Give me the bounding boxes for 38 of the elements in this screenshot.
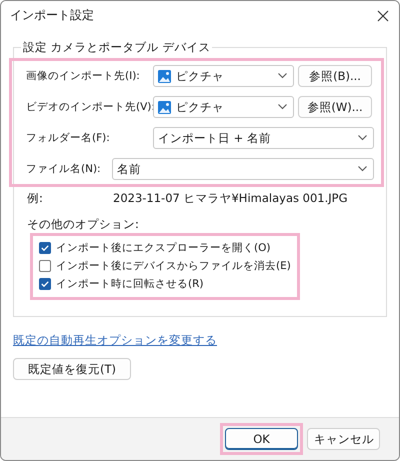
- check-icon: [41, 281, 49, 287]
- check-icon: [41, 245, 49, 251]
- browse-button[interactable]: 参照(W)...: [298, 96, 372, 118]
- checkbox-label: インポート時に回転させる(R): [56, 277, 204, 291]
- checkbox[interactable]: [39, 278, 51, 290]
- browse-button[interactable]: 参照(B)...: [298, 65, 372, 87]
- group-title: 設定 カメラとポータブル デバイス: [21, 40, 212, 55]
- checkbox-label: インポート後にデバイスからファイルを消去(E): [56, 259, 291, 273]
- field-label: ファイル名(N):: [26, 162, 102, 176]
- field-label: ビデオのインポート先(V):: [26, 100, 153, 114]
- image-icon: [158, 100, 171, 114]
- chevron-down-icon: [278, 104, 287, 110]
- dropdown[interactable]: ピクチャ: [153, 96, 294, 118]
- field-label: フォルダー名(F):: [26, 131, 111, 145]
- dropdown[interactable]: 名前: [112, 158, 374, 180]
- dialog-button[interactable]: キャンセル: [307, 428, 380, 450]
- dropdown-value: ピクチャ: [176, 100, 225, 114]
- chevron-down-icon: [278, 73, 287, 79]
- dialog-button[interactable]: OK: [225, 428, 298, 450]
- example-filename: 2023-11-07 ヒマラヤ¥Himalayas 001.JPG: [113, 191, 348, 206]
- dropdown[interactable]: インポート日 + 名前: [153, 127, 374, 149]
- dropdown-value: インポート日 + 名前: [158, 130, 272, 146]
- checkbox-label: インポート後にエクスプローラーを開く(O): [56, 241, 270, 255]
- dropdown[interactable]: ピクチャ: [153, 65, 294, 87]
- example-label: 例:: [27, 191, 44, 206]
- checkbox[interactable]: [39, 260, 51, 272]
- dropdown-value: ピクチャ: [176, 68, 225, 84]
- close-icon[interactable]: [377, 10, 389, 22]
- chevron-down-icon: [358, 166, 367, 172]
- dropdown-value: 名前: [117, 162, 142, 176]
- checkbox[interactable]: [39, 242, 51, 254]
- restore-defaults-button[interactable]: 既定値を復元(T): [13, 358, 131, 380]
- options-label: その他のオプション:: [27, 217, 139, 232]
- field-label: 画像のインポート先(I):: [26, 69, 141, 83]
- chevron-down-icon: [358, 135, 367, 141]
- image-icon: [158, 70, 171, 82]
- window-title: インポート設定: [10, 7, 94, 24]
- autoplay-link[interactable]: 既定の自動再生オプションを変更する: [13, 333, 217, 348]
